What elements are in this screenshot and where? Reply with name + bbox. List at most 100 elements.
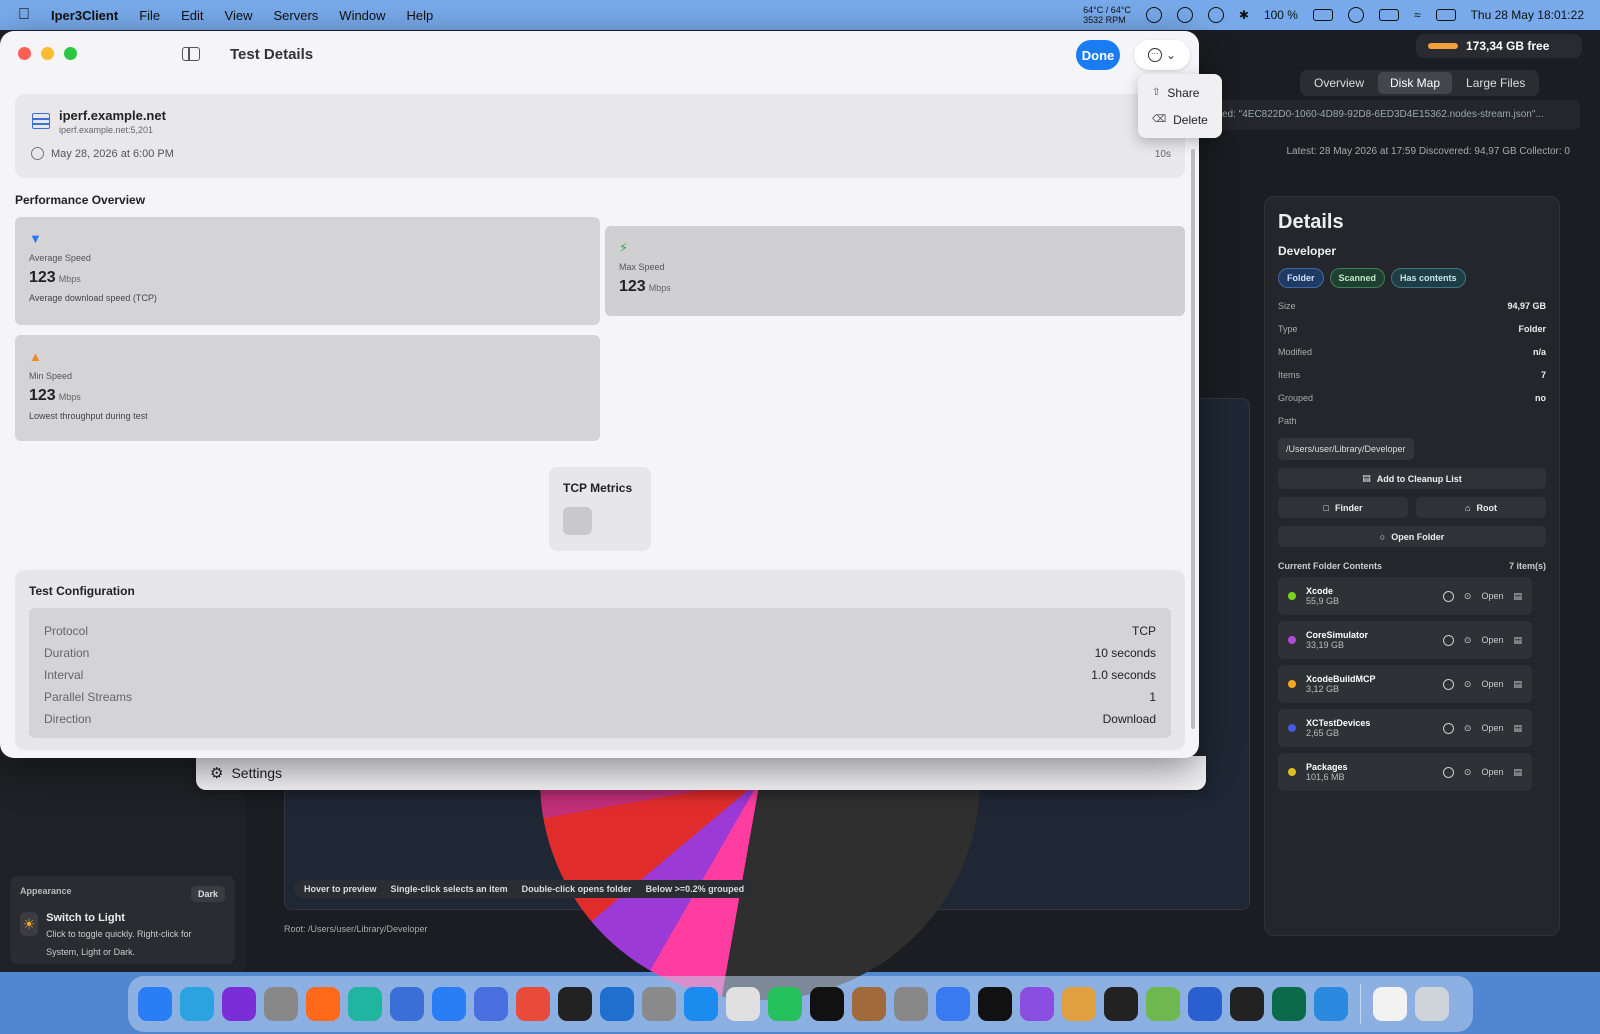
unknown-icon[interactable] [264, 987, 298, 1021]
document-icon[interactable] [1373, 987, 1407, 1021]
tab-overview[interactable]: Overview [1302, 72, 1376, 94]
share-icon: ⇧ [1152, 87, 1161, 98]
activity-icon[interactable] [1230, 987, 1264, 1021]
appstore-icon[interactable] [684, 987, 718, 1021]
select-circle-icon[interactable] [1442, 722, 1454, 734]
select-circle-icon[interactable] [1442, 766, 1454, 778]
phpstorm-icon[interactable] [222, 987, 256, 1021]
settings-bar[interactable]: ⚙ Settings [196, 756, 1206, 790]
temperature-status[interactable]: 64°C / 64°C 3532 RPM [1083, 5, 1131, 25]
spark-icon[interactable] [936, 987, 970, 1021]
menu-file[interactable]: File [139, 8, 160, 23]
reveal-icon[interactable]: ⊙ [1464, 723, 1472, 734]
folder-item[interactable]: CoreSimulator 33,19 GB ⊙ Open ▤ [1278, 621, 1532, 659]
whatsapp-icon[interactable] [768, 987, 802, 1021]
reveal-icon[interactable]: ⊙ [1464, 679, 1472, 690]
folder-item[interactable]: XcodeBuildMCP 3,12 GB ⊙ Open ▤ [1278, 665, 1532, 703]
editor2-icon[interactable] [1146, 987, 1180, 1021]
app-menu[interactable]: Iper3Client [51, 8, 118, 23]
reveal-icon[interactable]: ⊙ [1464, 767, 1472, 778]
trash-icon[interactable] [1415, 987, 1449, 1021]
cleanup-tray-icon[interactable]: ▤ [1513, 723, 1522, 734]
cleanup-tray-icon[interactable]: ▤ [1513, 591, 1522, 602]
menu-edit[interactable]: Edit [181, 8, 203, 23]
switch-to-light-button[interactable]: ☀ Switch to Light Click to toggle quickly… [20, 912, 225, 960]
cleanup-tray-icon[interactable]: ▤ [1513, 635, 1522, 646]
select-circle-icon[interactable] [1442, 634, 1454, 646]
finder-icon[interactable] [138, 987, 172, 1021]
sidebar-toggle-icon[interactable] [182, 47, 200, 61]
xcode-icon[interactable] [1188, 987, 1222, 1021]
settings-icon[interactable] [642, 987, 676, 1021]
battery-icon[interactable] [1312, 9, 1333, 21]
menu-window[interactable]: Window [339, 8, 385, 23]
webstorm-icon[interactable] [348, 987, 382, 1021]
menu-view[interactable]: View [225, 8, 253, 23]
add-to-cleanup-button[interactable]: ▤ Add to Cleanup List [1278, 468, 1546, 489]
firefox-icon[interactable] [306, 987, 340, 1021]
play-icon[interactable] [1145, 7, 1162, 23]
finder-button[interactable]: □ Finder [1278, 497, 1408, 518]
unknown-icon[interactable] [894, 987, 928, 1021]
more-menu-button[interactable]: ··· ⌄ [1134, 40, 1190, 70]
editor-icon[interactable] [390, 987, 424, 1021]
reveal-icon[interactable]: ⊙ [1464, 635, 1472, 646]
share-menu-item[interactable]: ⇧ Share [1138, 79, 1222, 106]
messenger-icon[interactable] [474, 987, 508, 1021]
navigation-icon[interactable] [1207, 7, 1224, 23]
open-link[interactable]: Open [1481, 723, 1503, 733]
sheet-scrollbar[interactable] [1191, 149, 1195, 729]
nova-icon[interactable] [1020, 987, 1054, 1021]
done-button[interactable]: Done [1076, 40, 1120, 70]
wifi-icon[interactable]: ≈ [1414, 8, 1421, 22]
open-folder-button[interactable]: ○ Open Folder [1278, 526, 1546, 547]
tab-large-files[interactable]: Large Files [1454, 72, 1537, 94]
disk-usage-bar [1428, 43, 1458, 49]
select-circle-icon[interactable] [1442, 678, 1454, 690]
bear-icon[interactable] [852, 987, 886, 1021]
network-icon[interactable] [1272, 987, 1306, 1021]
menu-servers[interactable]: Servers [274, 8, 319, 23]
select-circle-icon[interactable] [1442, 590, 1454, 602]
cleanup-tray-icon[interactable]: ▤ [1513, 767, 1522, 778]
apple-menu-icon[interactable]:  [18, 6, 30, 24]
user-icon[interactable] [1347, 7, 1364, 23]
open-link[interactable]: Open [1481, 591, 1503, 601]
chatgpt-icon[interactable] [810, 987, 844, 1021]
path-chip[interactable]: /Users/user/Library/Developer [1278, 438, 1414, 460]
launchpad-icon[interactable] [726, 987, 760, 1021]
bluetooth-icon[interactable]: ✱ [1239, 8, 1249, 22]
open-link[interactable]: Open [1481, 679, 1503, 689]
waveform-icon[interactable] [1314, 987, 1348, 1021]
root-button[interactable]: ⌂ Root [1416, 497, 1546, 518]
control-center-icon[interactable] [1435, 9, 1456, 21]
zoom-button[interactable] [64, 47, 77, 60]
tab-disk-map[interactable]: Disk Map [1378, 72, 1453, 94]
battery-percent[interactable]: 100 % [1264, 8, 1298, 22]
perplexity-icon[interactable] [978, 987, 1012, 1021]
folder-item[interactable]: Xcode 55,9 GB ⊙ Open ▤ [1278, 577, 1532, 615]
appearance-mode-badge[interactable]: Dark [190, 886, 225, 902]
cleanup-tray-icon[interactable]: ▤ [1513, 679, 1522, 690]
reveal-icon[interactable]: ⊙ [1464, 591, 1472, 602]
appstore-dev-icon[interactable] [432, 987, 466, 1021]
close-button[interactable] [18, 47, 31, 60]
folder-item-info: Packages 101,6 MB [1306, 762, 1348, 782]
telegram-icon[interactable] [180, 987, 214, 1021]
time-machine-icon[interactable] [1176, 7, 1193, 23]
menubar-clock[interactable]: Thu 28 May 18:01:22 [1471, 8, 1584, 22]
folder-item[interactable]: XCTestDevices 2,65 GB ⊙ Open ▤ [1278, 709, 1532, 747]
python-icon[interactable] [1378, 9, 1399, 21]
airmail-icon[interactable] [600, 987, 634, 1021]
prompt-icon[interactable] [558, 987, 592, 1021]
dog-icon[interactable] [1062, 987, 1096, 1021]
folder-item[interactable]: Packages 101,6 MB ⊙ Open ▤ [1278, 753, 1532, 791]
chrome-icon[interactable] [516, 987, 550, 1021]
menu-help[interactable]: Help [407, 8, 434, 23]
minimize-button[interactable] [41, 47, 54, 60]
open-link[interactable]: Open [1481, 635, 1503, 645]
open-link[interactable]: Open [1481, 767, 1503, 777]
config-value: 1.0 seconds [1091, 668, 1156, 682]
delete-menu-item[interactable]: ⌫ Delete [1138, 106, 1222, 133]
terminal-icon[interactable] [1104, 987, 1138, 1021]
